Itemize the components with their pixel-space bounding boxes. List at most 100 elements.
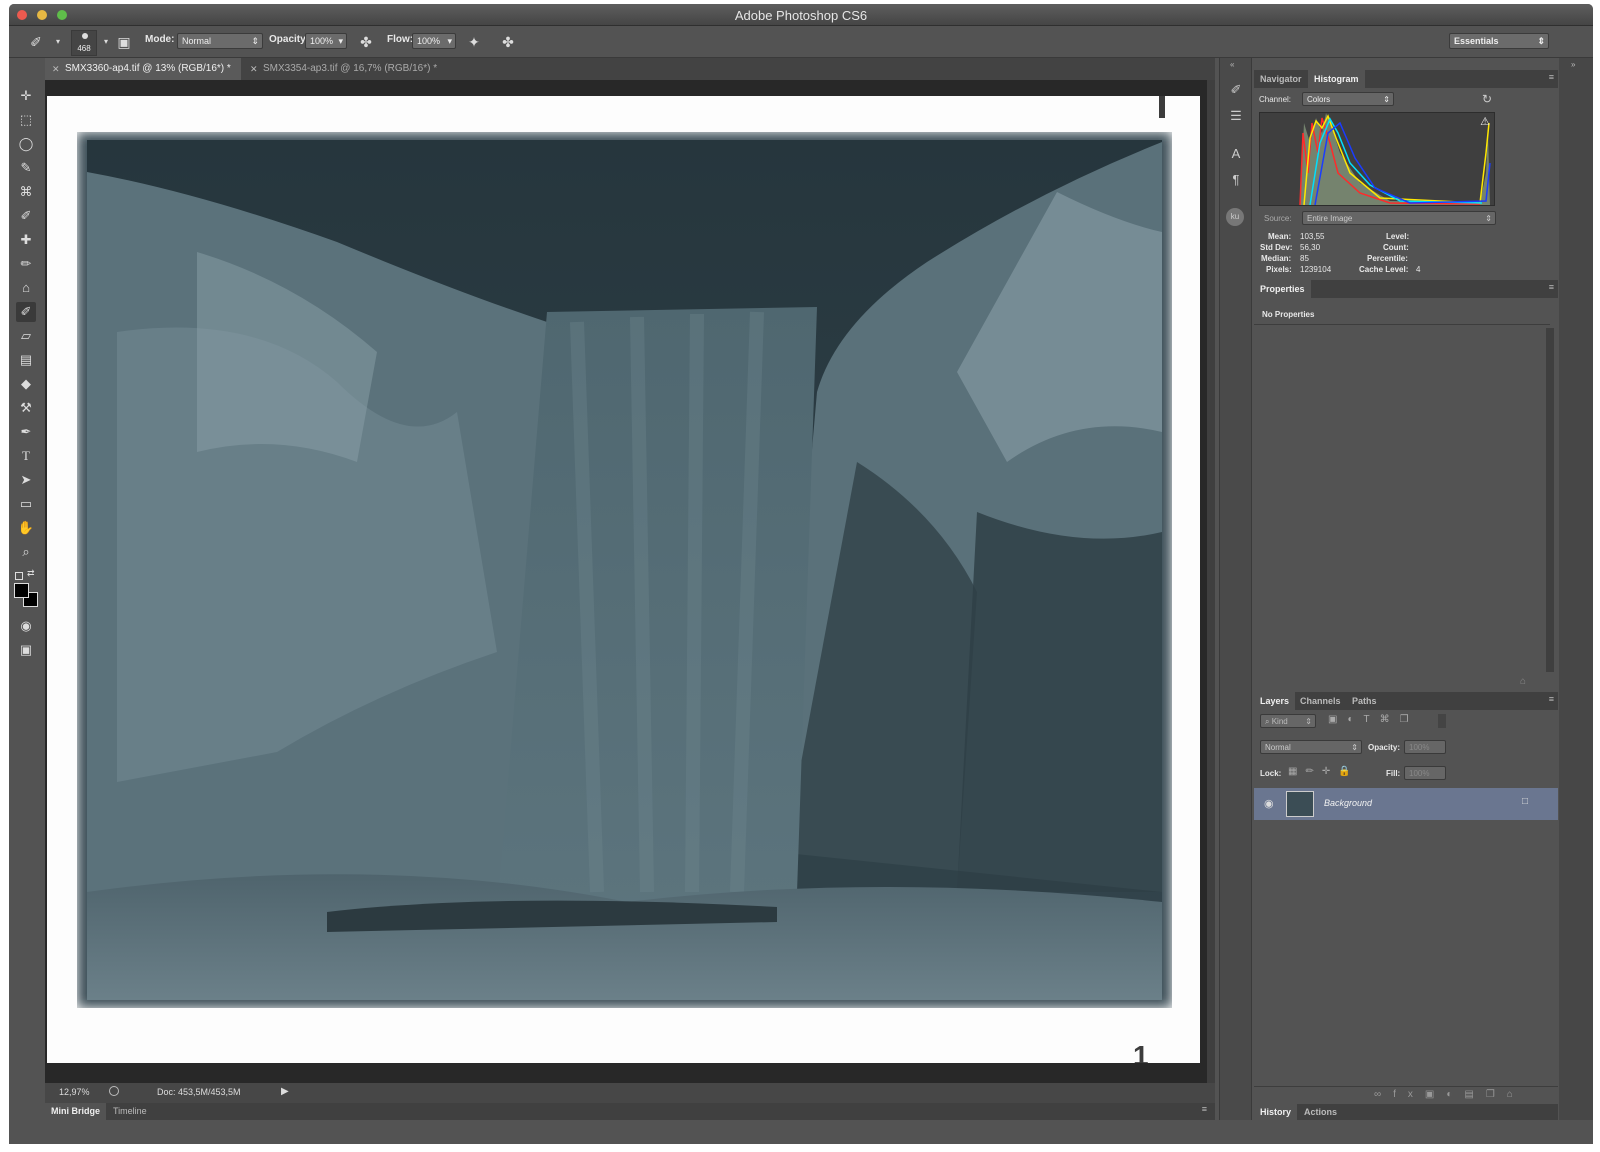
path-select-icon[interactable]: ➤ [16,470,36,490]
preset-dropdown-icon[interactable]: ▾ [49,33,67,51]
lasso-icon[interactable]: ◯ [16,134,36,154]
canvas-scrollbar[interactable] [1207,80,1215,1083]
brush-picker-dropdown-icon[interactable]: ▾ [97,33,115,51]
tab-label: SMX3360-ap4.tif @ 13% (RGB/16*) * [65,63,231,74]
blend-mode-select[interactable]: Normal ⇕ [1260,740,1362,754]
eraser-icon[interactable]: ▱ [16,326,36,346]
screen-mode-icon[interactable]: ▣ [16,640,36,660]
brush-presets-icon[interactable]: ✐ [1226,80,1246,100]
source-label: Source: [1264,214,1292,223]
quick-select-icon[interactable]: ✎ [16,158,36,178]
panel-menu-icon[interactable]: ≡ [1549,282,1554,292]
gradient-icon[interactable]: ▤ [16,350,36,370]
status-info-icon[interactable] [109,1086,119,1096]
healing-brush-icon[interactable]: ✚ [16,230,36,250]
tab-histogram[interactable]: Histogram [1308,70,1365,88]
refresh-histogram-icon[interactable]: ↻ [1482,92,1492,106]
lock-options-icons[interactable]: ▦✏✛🔒 [1288,766,1359,777]
expand-arrows-icon[interactable]: » [1571,60,1575,69]
layer-filter-icons[interactable]: ▣◐T⌘❐ [1328,714,1419,725]
hand-icon[interactable]: ✋ [16,518,36,538]
layer-name[interactable]: Background [1324,798,1372,808]
quick-mask-icon[interactable]: ◉ [16,616,36,636]
kuler-icon[interactable]: ku [1226,208,1244,226]
tab-actions[interactable]: Actions [1298,1104,1343,1120]
eyedropper-icon[interactable]: ✐ [16,206,36,226]
move-icon[interactable]: ✛ [16,86,36,106]
paragraph-icon[interactable]: ¶ [1226,170,1246,190]
fill-input[interactable]: 100% [1404,766,1446,780]
tab-layers[interactable]: Layers [1254,692,1296,710]
swap-colors-icon[interactable]: ⇄ [27,568,35,579]
document-canvas[interactable]: 1 [47,96,1200,1063]
tab-label: SMX3354-ap3.tif @ 16,7% (RGB/16*) * [263,63,438,74]
layer-filter-kind[interactable]: ⌕ Kind ⇕ [1260,714,1316,728]
trash-icon[interactable]: ⌂ [1520,676,1526,687]
panel-menu-icon[interactable]: ≡ [1202,1104,1207,1114]
blur-icon[interactable]: ◆ [16,374,36,394]
panel-menu-icon[interactable]: ≡ [1549,72,1554,82]
dodge-icon[interactable]: ⚒ [16,398,36,418]
character-icon[interactable]: A [1226,144,1246,164]
rectangle-icon[interactable]: ▭ [16,494,36,514]
visibility-eye-icon[interactable]: ◉ [1264,797,1274,810]
airbrush-icon[interactable]: ✦ [465,33,483,51]
zoom-icon[interactable]: ⌕ [16,542,36,562]
workspace-switcher[interactable]: Essentials ⇕ [1449,33,1549,49]
brush-panel-toggle-icon[interactable]: ▣ [115,33,133,51]
status-bar: 12,97% Doc: 453,5M/453,5M ▶ [45,1083,1215,1103]
brush-settings-icon[interactable]: ☰ [1226,106,1246,126]
stddev-value: 56,30 [1300,243,1321,252]
marquee-icon[interactable]: ⬚ [16,110,36,130]
properties-scrollbar[interactable] [1546,328,1554,672]
filter-toggle[interactable] [1438,714,1446,728]
channel-select[interactable]: Colors ⇕ [1302,92,1394,106]
source-select[interactable]: Entire Image ⇕ [1302,211,1496,225]
tab-mini-bridge[interactable]: Mini Bridge [45,1103,106,1120]
tab-history[interactable]: History [1254,1104,1298,1120]
pressure-opacity-icon[interactable]: ✤ [357,33,375,51]
frame-number: 1 [1133,1040,1149,1063]
opacity-input[interactable]: 100% ▾ [305,33,347,49]
title-bar: Adobe Photoshop CS6 [9,4,1593,26]
history-brush-tool-preset-icon[interactable]: ✐ [27,33,45,51]
flow-input[interactable]: 100% ▾ [412,33,456,49]
tab-smx3360[interactable]: ✕ SMX3360-ap4.tif @ 13% (RGB/16*) * [45,58,241,80]
pressure-size-icon[interactable]: ✤ [499,33,517,51]
clone-stamp-icon[interactable]: ⌂ [16,278,36,298]
layer-row-background[interactable]: ◉ Background □ [1254,788,1558,820]
brush-icon[interactable]: ✏ [16,254,36,274]
layer-thumbnail [1286,791,1314,817]
collapse-arrows-icon[interactable]: « [1230,60,1234,69]
tab-channels[interactable]: Channels [1294,692,1347,710]
brush-preset-picker[interactable]: 468 [71,30,97,56]
mode-select[interactable]: Normal ⇕ [177,33,263,49]
select-arrows-icon: ⇕ [1305,717,1312,726]
layer-opacity-input[interactable]: 100% [1404,740,1446,754]
tab-properties[interactable]: Properties [1254,280,1311,298]
divider [1254,324,1550,325]
type-icon[interactable]: T [16,446,36,466]
panel-menu-icon[interactable]: ≡ [1549,694,1554,704]
channel-label: Channel: [1259,95,1292,104]
cache-warning-icon[interactable]: ⚠ [1480,115,1490,128]
status-menu-arrow-icon[interactable]: ▶ [281,1086,289,1097]
flow-value: 100% [417,36,441,46]
crop-icon[interactable]: ⌘ [16,182,36,202]
default-colors-icon[interactable] [15,572,23,580]
foreground-color-swatch[interactable] [14,583,29,598]
zoom-level[interactable]: 12,97% [59,1087,90,1097]
tab-navigator[interactable]: Navigator [1254,70,1308,88]
histogram-curves [1299,113,1491,206]
tab-smx3354[interactable]: ✕ SMX3354-ap3.tif @ 16,7% (RGB/16*) * [243,58,453,80]
mode-label: Mode: [145,34,175,45]
history-brush-icon[interactable]: ✐ [16,302,36,322]
pen-icon[interactable]: ✒ [16,422,36,442]
layer-actions-icons[interactable]: ∞fx▣◐▤❐⌂ [1374,1089,1525,1100]
close-tab-icon[interactable]: ✕ [52,58,60,80]
tab-paths[interactable]: Paths [1346,692,1383,710]
blend-mode-value: Normal [1265,743,1291,752]
tab-timeline[interactable]: Timeline [107,1103,153,1120]
histogram-panel-tabs: Navigator Histogram ≡ [1254,70,1558,88]
close-tab-icon[interactable]: ✕ [250,58,258,80]
